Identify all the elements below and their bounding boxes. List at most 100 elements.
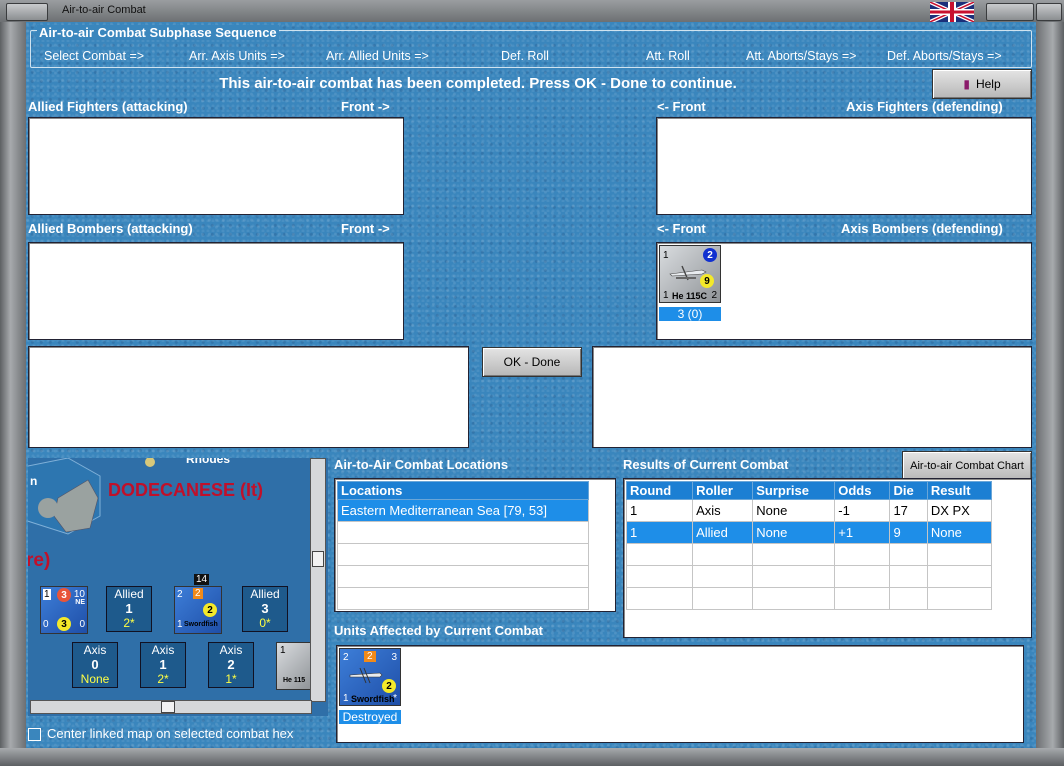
allied-results-box	[28, 346, 469, 448]
location-row[interactable]: Eastern Mediterranean Sea [79, 53]	[337, 499, 589, 522]
col-roller[interactable]: Roller	[692, 481, 754, 500]
front-label: Front ->	[341, 221, 390, 236]
center-map-label: Center linked map on selected combat hex	[47, 726, 294, 741]
center-map-option[interactable]: Center linked map on selected combat hex	[28, 726, 330, 742]
linked-map[interactable]: Rhodes n DODECANESE (It) re) 1 3 1 0 NE 0…	[28, 458, 328, 716]
system-menu-button[interactable]	[6, 3, 48, 21]
close-button[interactable]	[1036, 3, 1062, 21]
restore-button[interactable]	[986, 3, 1034, 21]
axis-bombers-box[interactable]: 1 2 9 1 He 115C 2 3 (0)	[656, 242, 1032, 340]
col-die[interactable]: Die	[889, 481, 928, 500]
map-edge-label: n	[30, 474, 38, 488]
axis-bombers-label: Axis Bombers (defending)	[841, 221, 1003, 236]
cell-sub: 1*	[225, 672, 237, 686]
front-label: <- Front	[657, 221, 706, 236]
location-row[interactable]	[337, 543, 589, 566]
axis-results-box	[592, 346, 1032, 448]
col-result[interactable]: Result	[926, 481, 993, 500]
map-vertical-scrollbar[interactable]	[310, 458, 326, 702]
axis-odds-cell: Axis 0 None	[72, 642, 118, 688]
unit-nationality: NE	[75, 599, 85, 606]
unit-stat: *	[393, 693, 397, 704]
allied-fighters-box[interactable]	[28, 117, 404, 215]
cell-result: DX PX	[926, 499, 993, 522]
unit-counter: 1 2 9 1 He 115C 2	[659, 245, 721, 303]
front-label: Front ->	[341, 99, 390, 114]
unit-counter: 2 2 3 2 1 Swordfish *	[339, 648, 401, 706]
cell-side: Axis	[219, 643, 243, 657]
cell-odds: +1	[834, 521, 891, 544]
center-map-checkbox[interactable]	[28, 728, 41, 741]
cell-side: Axis	[83, 643, 107, 657]
cell-roller: Allied	[692, 521, 754, 544]
window-frame-left	[0, 22, 26, 766]
cell-surprise: None	[752, 521, 836, 544]
help-book-icon: ▮	[963, 77, 970, 91]
stack-count-badge: 14	[194, 574, 210, 585]
col-round[interactable]: Round	[625, 481, 694, 500]
scroll-thumb[interactable]	[312, 551, 324, 567]
location-row[interactable]	[337, 587, 589, 610]
map-place-label: Rhodes	[186, 458, 231, 466]
location-row[interactable]	[337, 521, 589, 544]
cell-side: Allied	[114, 587, 144, 601]
combat-chart-button[interactable]: Air-to-air Combat Chart	[902, 451, 1032, 481]
allied-bombers-box[interactable]	[28, 242, 404, 340]
table-row[interactable]	[625, 543, 993, 566]
swordfish-counter[interactable]: 2 2 2 1 Swordfish	[174, 586, 222, 634]
cell-die: 17	[889, 499, 928, 522]
allied-naval-counter[interactable]: 1 3 10 NE 0 3 0	[40, 586, 88, 634]
front-label: <- Front	[657, 99, 706, 114]
unit-caption: Destroyed	[339, 710, 401, 724]
unit-stat: 0	[43, 619, 49, 630]
step-def-aborts: Def. Aborts/Stays =>	[887, 49, 1002, 63]
scroll-thumb[interactable]	[161, 701, 175, 713]
cell-die: 9	[889, 521, 928, 544]
locations-title: Air-to-Air Combat Locations	[334, 457, 509, 472]
allied-odds-cell: Allied 3 0*	[242, 586, 288, 632]
air-to-air-circle: 2	[703, 248, 717, 262]
unit-name: He 115	[283, 677, 306, 684]
map-horizontal-scrollbar[interactable]	[30, 700, 312, 714]
window-title: Air-to-air Combat	[62, 4, 146, 16]
cell-result: None	[926, 521, 993, 544]
unit-stat: 2	[343, 652, 349, 663]
table-row[interactable]	[625, 587, 993, 610]
he115c-unit[interactable]: 1 2 9 1 He 115C 2 3 (0)	[659, 245, 721, 321]
unit-stat: 2	[364, 651, 376, 662]
unit-circle: 3	[57, 588, 71, 602]
cell-sub: 2*	[157, 672, 169, 686]
step-def-roll: Def. Roll	[501, 49, 549, 63]
unit-stat: 0	[79, 619, 85, 630]
step-arrange-axis: Arr. Axis Units =>	[189, 49, 285, 63]
unit-stat: 1	[177, 619, 183, 630]
col-odds[interactable]: Odds	[834, 481, 891, 500]
he115-counter[interactable]: 1 He 115	[276, 642, 312, 690]
status-message: This air-to-air combat has been complete…	[219, 75, 737, 92]
subphase-sequence: Air-to-air Combat Subphase Sequence Sele…	[30, 25, 1032, 68]
cell-value: 3	[261, 601, 269, 616]
unit-stat: 1	[663, 250, 669, 261]
step-arrange-allied: Arr. Allied Units =>	[326, 49, 429, 63]
help-button[interactable]: ▮ Help	[932, 69, 1032, 99]
cell-roller: Axis	[692, 499, 754, 522]
table-row[interactable]: 1 Allied None +1 9 None	[625, 521, 993, 544]
cell-sub: None	[80, 672, 110, 686]
cell-value: 0	[91, 657, 99, 672]
col-surprise[interactable]: Surprise	[752, 481, 836, 500]
location-row[interactable]	[337, 565, 589, 588]
unit-stat: 3	[391, 652, 397, 663]
unit-circle: 2	[382, 679, 396, 693]
affected-title: Units Affected by Current Combat	[334, 623, 543, 638]
locations-list[interactable]: Locations Eastern Mediterranean Sea [79,…	[334, 478, 616, 612]
unit-stat: 1	[343, 693, 349, 704]
window-frame-bottom	[0, 748, 1064, 766]
window-frame-right	[1036, 22, 1064, 766]
axis-odds-cell: Axis 1 2*	[140, 642, 186, 688]
ok-done-button[interactable]: OK - Done	[482, 347, 582, 377]
axis-fighters-box[interactable]	[656, 117, 1032, 215]
table-row[interactable]	[625, 565, 993, 588]
swordfish-affected-unit[interactable]: 2 2 3 2 1 Swordfish * Destroyed	[339, 648, 401, 724]
map-region-fragment: re)	[28, 550, 51, 571]
table-row[interactable]: 1 Axis None -1 17 DX PX	[625, 499, 993, 522]
